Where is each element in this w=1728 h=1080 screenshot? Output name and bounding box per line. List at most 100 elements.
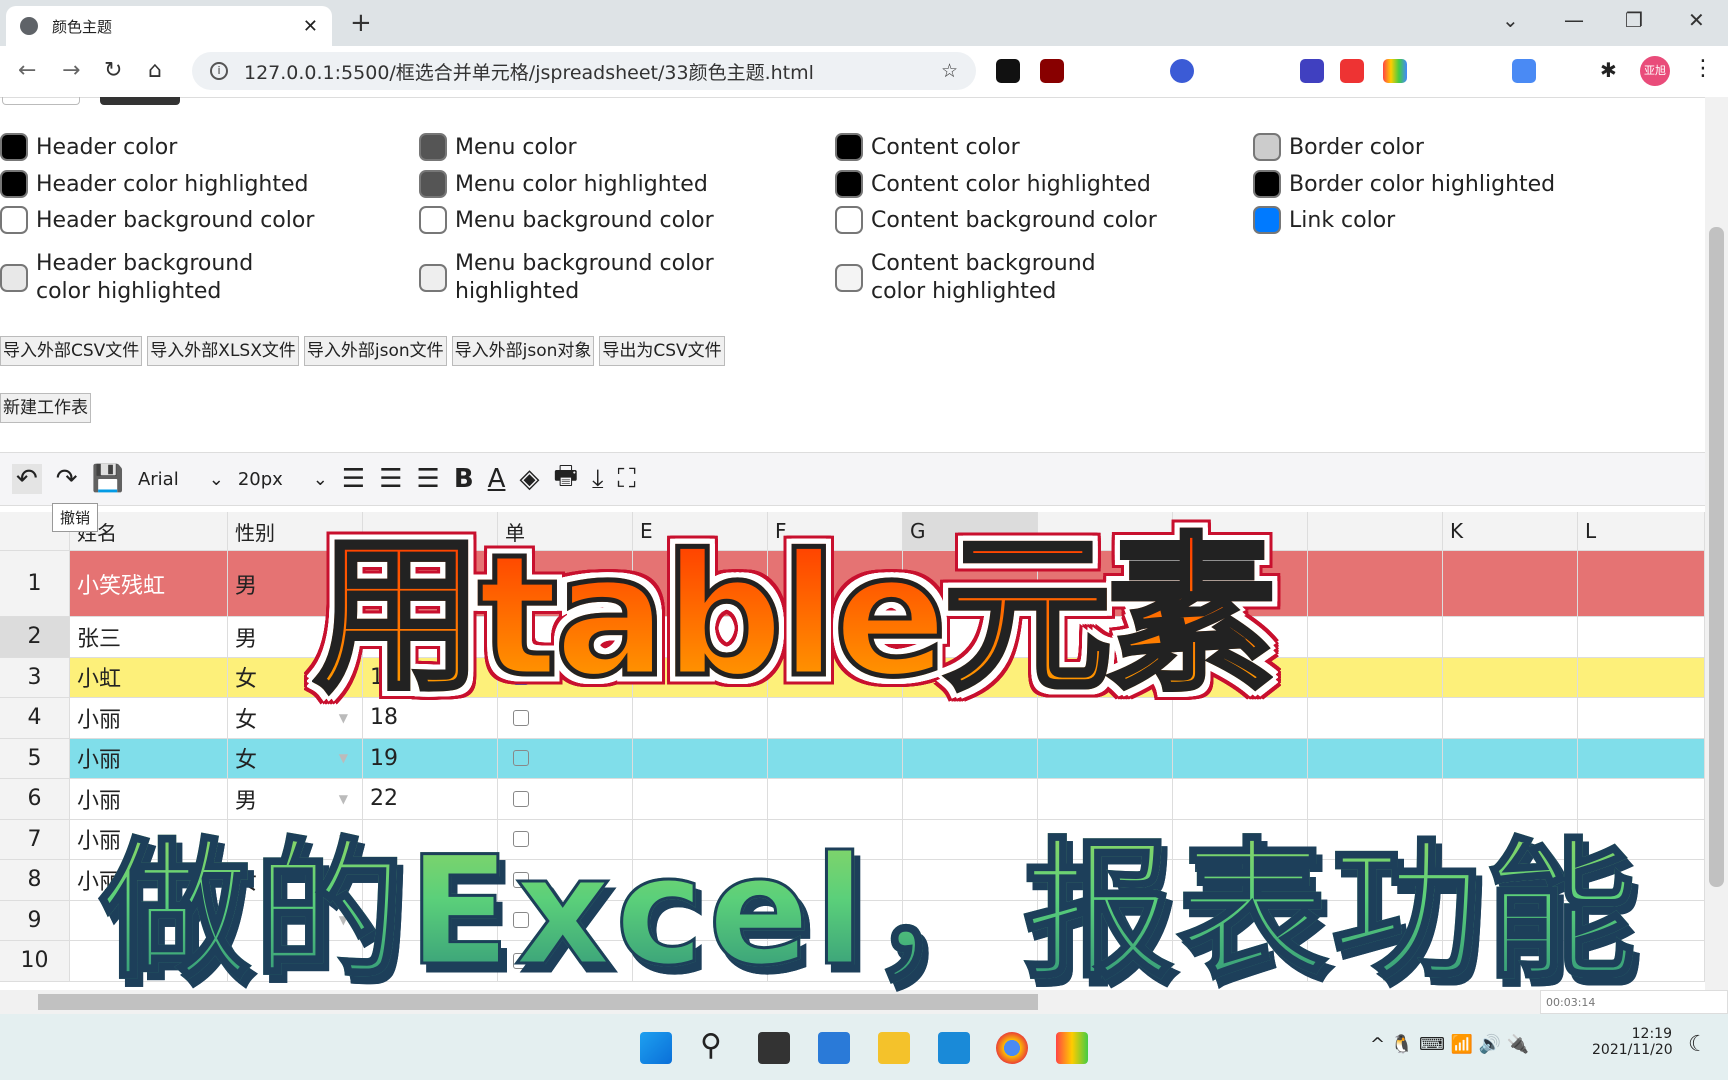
color-swatch[interactable] [0,133,28,161]
table-cell[interactable] [1308,657,1443,698]
translate-icon[interactable] [1512,59,1536,83]
notification-icon[interactable]: ☾ [1688,1032,1708,1057]
column-header[interactable]: L [1578,512,1705,551]
extension-icon[interactable] [1383,59,1407,83]
column-header[interactable] [1308,512,1443,551]
color-option[interactable]: Menu background color highlighted [419,250,819,306]
reload-icon[interactable]: ↻ [104,58,122,83]
color-swatch[interactable] [835,264,863,292]
color-option[interactable]: Header background color highlighted [0,250,400,306]
row-header[interactable]: 1 [0,551,70,617]
table-cell[interactable] [1308,551,1443,617]
import-json-object-button[interactable]: 导入外部json对象 [451,336,595,366]
vscode-icon[interactable] [938,1032,970,1064]
import-json-file-button[interactable]: 导入外部json文件 [303,336,447,366]
url-input[interactable]: i 127.0.0.1:5500/框选合并单元格/jspreadsheet/33颜… [192,52,976,90]
table-cell[interactable] [1308,738,1443,779]
close-window-button[interactable]: ✕ [1688,8,1705,32]
table-cell[interactable] [1443,698,1578,739]
extension-icon[interactable] [1300,59,1324,83]
color-swatch[interactable] [0,264,28,292]
table-cell[interactable]: 张三 [70,617,228,658]
table-cell[interactable] [1308,698,1443,739]
font-select[interactable]: Arial ⌄ [138,469,224,490]
row-header[interactable]: 3 [0,657,70,698]
color-option[interactable]: Border color highlighted [1253,170,1653,198]
import-csv-button[interactable]: 导入外部CSV文件 [0,336,143,366]
table-cell[interactable] [1578,698,1705,739]
task-view-icon[interactable] [758,1032,790,1064]
table-cell[interactable]: 女▼ [228,738,363,779]
table-cell[interactable] [1038,738,1173,779]
column-header[interactable]: K [1443,512,1578,551]
start-icon[interactable] [640,1032,672,1064]
widgets-icon[interactable] [818,1032,850,1064]
chrome-icon[interactable] [996,1032,1028,1064]
undo-icon[interactable]: ↶ [12,464,42,494]
table-cell[interactable] [1578,657,1705,698]
color-swatch[interactable] [1253,133,1281,161]
redo-icon[interactable]: ↷ [56,464,78,494]
color-option[interactable]: Link color [1253,206,1653,234]
color-swatch[interactable] [1253,206,1281,234]
color-option[interactable]: Border color [1253,133,1653,161]
table-cell[interactable] [1173,738,1308,779]
tab-search-icon[interactable]: ⌄ [1502,8,1519,32]
bookmark-star-icon[interactable]: ☆ [941,60,958,82]
profile-avatar[interactable]: 亚旭 [1640,56,1670,86]
menu-icon[interactable]: ⋮ [1692,56,1714,81]
row-header[interactable]: 6 [0,779,70,820]
row-header[interactable]: 2 [0,617,70,658]
color-swatch[interactable] [0,206,28,234]
color-option[interactable]: Menu color highlighted [419,170,819,198]
color-option[interactable]: Content background color [835,206,1235,234]
row-header[interactable]: 10 [0,941,70,982]
color-swatch[interactable] [835,133,863,161]
app-icon[interactable] [1056,1032,1088,1064]
export-csv-button[interactable]: 导出为CSV文件 [599,336,725,366]
table-cell[interactable]: 小丽 [70,698,228,739]
table-cell[interactable]: 小虹 [70,657,228,698]
color-option[interactable]: Content color highlighted [835,170,1235,198]
color-option[interactable]: Header color highlighted [0,170,400,198]
color-option[interactable]: Header color [0,133,400,161]
table-cell[interactable]: 小丽 [70,738,228,779]
row-header[interactable]: 7 [0,819,70,860]
color-swatch[interactable] [0,170,28,198]
vertical-scrollbar[interactable] [1705,97,1728,990]
row-header[interactable]: 4 [0,698,70,739]
row-header[interactable]: 9 [0,900,70,941]
browser-tab[interactable]: 颜色主题 ✕ [6,6,332,46]
file-explorer-icon[interactable] [878,1032,910,1064]
table-cell[interactable] [1443,617,1578,658]
new-sheet-button[interactable]: 新建工作表 [0,393,91,423]
color-option[interactable]: Content background color highlighted [835,250,1235,306]
color-swatch[interactable] [419,264,447,292]
home-icon[interactable]: ⌂ [148,58,162,83]
close-tab-icon[interactable]: ✕ [303,16,318,37]
table-cell[interactable] [1308,617,1443,658]
forward-icon[interactable]: → [62,58,80,83]
table-cell[interactable] [633,738,768,779]
color-swatch[interactable] [419,133,447,161]
dropdown-arrow-icon[interactable]: ▼ [339,751,348,765]
table-cell[interactable] [498,738,633,779]
extension-icon[interactable] [996,59,1020,83]
color-swatch[interactable] [1253,170,1281,198]
extensions-puzzle-icon[interactable]: ✱ [1600,58,1617,82]
partial-button[interactable] [2,97,80,105]
table-cell[interactable]: 19 [363,738,498,779]
color-swatch[interactable] [419,206,447,234]
tray-icons[interactable]: ^ 🐧 ⌨ 📶 🔊 🔌 [1370,1034,1529,1055]
row-header[interactable]: 5 [0,738,70,779]
color-swatch[interactable] [835,206,863,234]
minimize-button[interactable]: — [1564,8,1584,32]
clock[interactable]: 12:19 2021/11/20 [1592,1026,1673,1058]
ublock-icon[interactable] [1040,59,1064,83]
table-cell[interactable] [768,738,903,779]
new-tab-button[interactable]: + [350,8,372,38]
table-cell[interactable] [1443,738,1578,779]
table-cell[interactable] [903,738,1038,779]
back-icon[interactable]: ← [18,58,36,83]
table-cell[interactable] [1443,657,1578,698]
